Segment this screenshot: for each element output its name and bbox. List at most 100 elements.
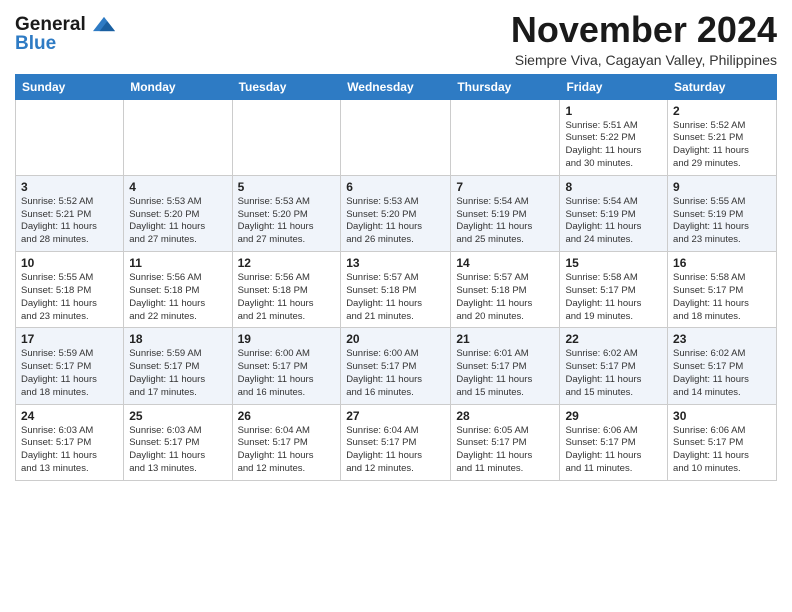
day-info: Sunrise: 6:02 AM Sunset: 5:17 PM Dayligh… <box>565 348 662 399</box>
day-info: Sunrise: 6:00 AM Sunset: 5:17 PM Dayligh… <box>238 348 336 399</box>
day-number: 8 <box>565 180 662 194</box>
day-number: 1 <box>565 104 662 118</box>
day-number: 15 <box>565 256 662 270</box>
calendar-empty-cell <box>16 99 124 175</box>
weekday-header-thursday: Thursday <box>451 74 560 99</box>
day-info: Sunrise: 5:53 AM Sunset: 5:20 PM Dayligh… <box>238 196 336 247</box>
logo-general: General <box>15 14 86 35</box>
day-number: 11 <box>129 256 226 270</box>
day-number: 12 <box>238 256 336 270</box>
day-info: Sunrise: 6:01 AM Sunset: 5:17 PM Dayligh… <box>456 348 554 399</box>
day-number: 26 <box>238 409 336 423</box>
calendar-day-1: 1Sunrise: 5:51 AM Sunset: 5:22 PM Daylig… <box>560 99 668 175</box>
calendar-day-11: 11 Sunrise: 5:56 AM Sunset: 5:18 PM Dayli… <box>124 252 232 328</box>
day-info: Sunrise: 6:06 AM Sunset: 5:17 PM Dayligh… <box>565 425 662 476</box>
calendar-day-21: 21 Sunrise: 6:01 AM Sunset: 5:17 PM Dayli… <box>451 328 560 404</box>
day-number: 7 <box>456 180 554 194</box>
day-number: 25 <box>129 409 226 423</box>
day-info: Sunrise: 6:06 AM Sunset: 5:17 PM Dayligh… <box>673 425 771 476</box>
title-block: November 2024 Siempre Viva, Cagayan Vall… <box>511 10 777 68</box>
day-number: 3 <box>21 180 118 194</box>
calendar-day-20: 20 Sunrise: 6:00 AM Sunset: 5:17 PM Dayli… <box>341 328 451 404</box>
day-info: Sunrise: 5:55 AM Sunset: 5:18 PM Dayligh… <box>21 272 118 323</box>
day-info: Sunrise: 6:02 AM Sunset: 5:17 PM Dayligh… <box>673 348 771 399</box>
day-info: Sunrise: 5:59 AM Sunset: 5:17 PM Dayligh… <box>21 348 118 399</box>
calendar-day-7: 7 Sunrise: 5:54 AM Sunset: 5:19 PM Daylig… <box>451 175 560 251</box>
calendar-week-row: 1Sunrise: 5:51 AM Sunset: 5:22 PM Daylig… <box>16 99 777 175</box>
day-info: Sunrise: 6:05 AM Sunset: 5:17 PM Dayligh… <box>456 425 554 476</box>
calendar-table: SundayMondayTuesdayWednesdayThursdayFrid… <box>15 74 777 481</box>
day-number: 10 <box>21 256 118 270</box>
day-number: 21 <box>456 332 554 346</box>
day-number: 24 <box>21 409 118 423</box>
calendar-day-16: 16Sunrise: 5:58 AM Sunset: 5:17 PM Dayli… <box>668 252 777 328</box>
calendar-day-26: 26 Sunrise: 6:04 AM Sunset: 5:17 PM Dayli… <box>232 404 341 480</box>
day-info: Sunrise: 5:55 AM Sunset: 5:19 PM Dayligh… <box>673 196 771 247</box>
weekday-header-tuesday: Tuesday <box>232 74 341 99</box>
weekday-header-wednesday: Wednesday <box>341 74 451 99</box>
calendar-day-28: 28 Sunrise: 6:05 AM Sunset: 5:17 PM Dayli… <box>451 404 560 480</box>
calendar-header-row: SundayMondayTuesdayWednesdayThursdayFrid… <box>16 74 777 99</box>
day-number: 13 <box>346 256 445 270</box>
calendar-week-row: 24 Sunrise: 6:03 AM Sunset: 5:17 PM Dayli… <box>16 404 777 480</box>
month-title: November 2024 <box>511 10 777 50</box>
weekday-header-sunday: Sunday <box>16 74 124 99</box>
day-number: 19 <box>238 332 336 346</box>
day-info: Sunrise: 5:57 AM Sunset: 5:18 PM Dayligh… <box>456 272 554 323</box>
day-info: Sunrise: 5:58 AM Sunset: 5:17 PM Dayligh… <box>673 272 771 323</box>
day-number: 20 <box>346 332 445 346</box>
day-number: 4 <box>129 180 226 194</box>
day-info: Sunrise: 5:53 AM Sunset: 5:20 PM Dayligh… <box>129 196 226 247</box>
calendar-day-30: 30 Sunrise: 6:06 AM Sunset: 5:17 PM Dayli… <box>668 404 777 480</box>
calendar-day-18: 18Sunrise: 5:59 AM Sunset: 5:17 PM Dayli… <box>124 328 232 404</box>
day-info: Sunrise: 5:59 AM Sunset: 5:17 PM Dayligh… <box>129 348 226 399</box>
day-info: Sunrise: 6:04 AM Sunset: 5:17 PM Dayligh… <box>238 425 336 476</box>
calendar-day-23: 23 Sunrise: 6:02 AM Sunset: 5:17 PM Dayli… <box>668 328 777 404</box>
logo-icon <box>93 13 115 35</box>
calendar-day-29: 29 Sunrise: 6:06 AM Sunset: 5:17 PM Dayli… <box>560 404 668 480</box>
day-info: Sunrise: 5:52 AM Sunset: 5:21 PM Dayligh… <box>673 120 771 171</box>
day-number: 2 <box>673 104 771 118</box>
calendar-day-13: 13 Sunrise: 5:57 AM Sunset: 5:18 PM Dayli… <box>341 252 451 328</box>
day-info: Sunrise: 6:03 AM Sunset: 5:17 PM Dayligh… <box>21 425 118 476</box>
page: General Blue November 2024 Siempre Viva,… <box>0 0 792 612</box>
logo-text-block: General Blue <box>15 14 115 55</box>
day-number: 29 <box>565 409 662 423</box>
weekday-header-friday: Friday <box>560 74 668 99</box>
calendar-day-27: 27 Sunrise: 6:04 AM Sunset: 5:17 PM Dayli… <box>341 404 451 480</box>
calendar-day-12: 12 Sunrise: 5:56 AM Sunset: 5:18 PM Dayli… <box>232 252 341 328</box>
calendar-day-4: 4 Sunrise: 5:53 AM Sunset: 5:20 PM Daylig… <box>124 175 232 251</box>
day-info: Sunrise: 6:03 AM Sunset: 5:17 PM Dayligh… <box>129 425 226 476</box>
day-number: 30 <box>673 409 771 423</box>
calendar-day-6: 6 Sunrise: 5:53 AM Sunset: 5:20 PM Daylig… <box>341 175 451 251</box>
calendar-day-25: 25 Sunrise: 6:03 AM Sunset: 5:17 PM Dayli… <box>124 404 232 480</box>
calendar-day-22: 22Sunrise: 6:02 AM Sunset: 5:17 PM Dayli… <box>560 328 668 404</box>
day-number: 28 <box>456 409 554 423</box>
day-number: 6 <box>346 180 445 194</box>
day-info: Sunrise: 5:54 AM Sunset: 5:19 PM Dayligh… <box>456 196 554 247</box>
day-info: Sunrise: 5:58 AM Sunset: 5:17 PM Dayligh… <box>565 272 662 323</box>
day-number: 27 <box>346 409 445 423</box>
calendar-day-5: 5 Sunrise: 5:53 AM Sunset: 5:20 PM Daylig… <box>232 175 341 251</box>
day-info: Sunrise: 5:56 AM Sunset: 5:18 PM Dayligh… <box>129 272 226 323</box>
calendar-day-17: 17Sunrise: 5:59 AM Sunset: 5:17 PM Dayli… <box>16 328 124 404</box>
calendar-empty-cell <box>451 99 560 175</box>
day-info: Sunrise: 5:53 AM Sunset: 5:20 PM Dayligh… <box>346 196 445 247</box>
day-info: Sunrise: 6:04 AM Sunset: 5:17 PM Dayligh… <box>346 425 445 476</box>
calendar-day-9: 9Sunrise: 5:55 AM Sunset: 5:19 PM Daylig… <box>668 175 777 251</box>
day-info: Sunrise: 5:57 AM Sunset: 5:18 PM Dayligh… <box>346 272 445 323</box>
day-number: 5 <box>238 180 336 194</box>
header: General Blue November 2024 Siempre Viva,… <box>15 10 777 68</box>
day-info: Sunrise: 5:54 AM Sunset: 5:19 PM Dayligh… <box>565 196 662 247</box>
calendar-day-8: 8 Sunrise: 5:54 AM Sunset: 5:19 PM Daylig… <box>560 175 668 251</box>
location-subtitle: Siempre Viva, Cagayan Valley, Philippine… <box>511 52 777 68</box>
calendar-day-10: 10 Sunrise: 5:55 AM Sunset: 5:18 PM Dayli… <box>16 252 124 328</box>
day-number: 14 <box>456 256 554 270</box>
logo-blue: Blue <box>15 33 115 55</box>
day-info: Sunrise: 6:00 AM Sunset: 5:17 PM Dayligh… <box>346 348 445 399</box>
day-info: Sunrise: 5:52 AM Sunset: 5:21 PM Dayligh… <box>21 196 118 247</box>
calendar-day-2: 2 Sunrise: 5:52 AM Sunset: 5:21 PM Daylig… <box>668 99 777 175</box>
day-number: 23 <box>673 332 771 346</box>
calendar-day-3: 3 Sunrise: 5:52 AM Sunset: 5:21 PM Daylig… <box>16 175 124 251</box>
day-info: Sunrise: 5:56 AM Sunset: 5:18 PM Dayligh… <box>238 272 336 323</box>
